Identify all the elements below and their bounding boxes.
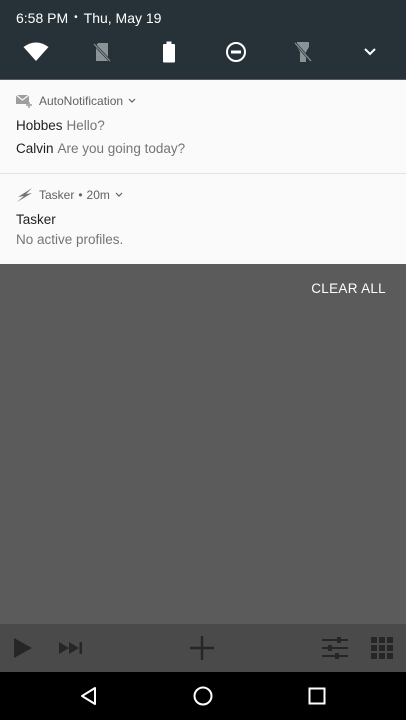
date[interactable]: Thu, May 19 — [84, 10, 162, 26]
notification-header: AutoNotification — [16, 94, 136, 108]
message-row: Hobbes Hello? — [16, 118, 105, 133]
play-icon — [14, 638, 32, 658]
email-icon — [16, 94, 34, 108]
dnd-tile[interactable] — [216, 38, 256, 66]
sender: Calvin — [16, 141, 54, 156]
do-not-disturb-icon — [226, 42, 246, 62]
wifi-icon — [23, 42, 49, 61]
flashlight-tile[interactable] — [283, 38, 323, 66]
home-icon — [193, 686, 213, 706]
tasker-bolt-icon — [16, 188, 34, 202]
chevron-down-icon[interactable] — [128, 98, 136, 104]
flashlight-off-icon — [294, 42, 312, 62]
notification-header: Tasker • 20m — [16, 188, 123, 202]
play-button[interactable] — [10, 636, 34, 660]
add-button[interactable] — [189, 636, 215, 660]
status-line: 6:58 PM • Thu, May 19 — [16, 10, 161, 26]
back-button[interactable] — [77, 684, 101, 708]
add-icon — [190, 636, 214, 660]
message-text: Are you going today? — [57, 141, 186, 156]
message-text: Hello? — [66, 118, 105, 133]
grid-icon — [371, 637, 393, 659]
app-name: AutoNotification — [39, 94, 124, 108]
notification-shade-header: 6:58 PM • Thu, May 19 — [0, 0, 406, 79]
notification-body: No active profiles. — [16, 232, 124, 247]
back-icon — [81, 687, 96, 705]
quick-settings-row — [0, 38, 406, 66]
expand-quick-settings[interactable] — [350, 38, 390, 66]
sim-tile[interactable] — [82, 38, 122, 66]
notification-title: Tasker — [16, 212, 56, 227]
header-dot: • — [78, 188, 83, 202]
sliders-icon — [322, 637, 348, 659]
wifi-tile[interactable] — [16, 38, 56, 66]
skip-next-button[interactable] — [58, 636, 84, 660]
battery-icon — [163, 41, 175, 63]
chevron-down-icon[interactable] — [115, 192, 123, 198]
expand-chevron-icon — [364, 48, 376, 56]
app-name: Tasker — [39, 188, 75, 202]
recents-button[interactable] — [305, 684, 329, 708]
settings-sliders-button[interactable] — [321, 636, 349, 660]
recents-icon — [308, 687, 326, 705]
timestamp: 20m — [86, 188, 110, 202]
notification-autonotification[interactable]: AutoNotification Hobbes Hello? Calvin Are … — [0, 80, 406, 173]
message-row: Calvin Are you going today? — [16, 141, 185, 156]
skip-next-icon — [59, 642, 82, 654]
battery-tile[interactable] — [149, 38, 189, 66]
status-separator: • — [74, 12, 78, 23]
no-sim-icon — [93, 43, 111, 62]
app-toolbar — [0, 624, 406, 672]
notification-tasker[interactable]: Tasker • 20m Tasker No active profiles. — [0, 174, 406, 264]
navigation-bar — [0, 672, 406, 720]
clock: 6:58 PM — [16, 10, 69, 26]
clear-all-button[interactable]: CLEAR ALL — [311, 281, 386, 296]
sender: Hobbes — [16, 118, 63, 133]
home-button[interactable] — [191, 684, 215, 708]
grid-button[interactable] — [371, 636, 393, 660]
